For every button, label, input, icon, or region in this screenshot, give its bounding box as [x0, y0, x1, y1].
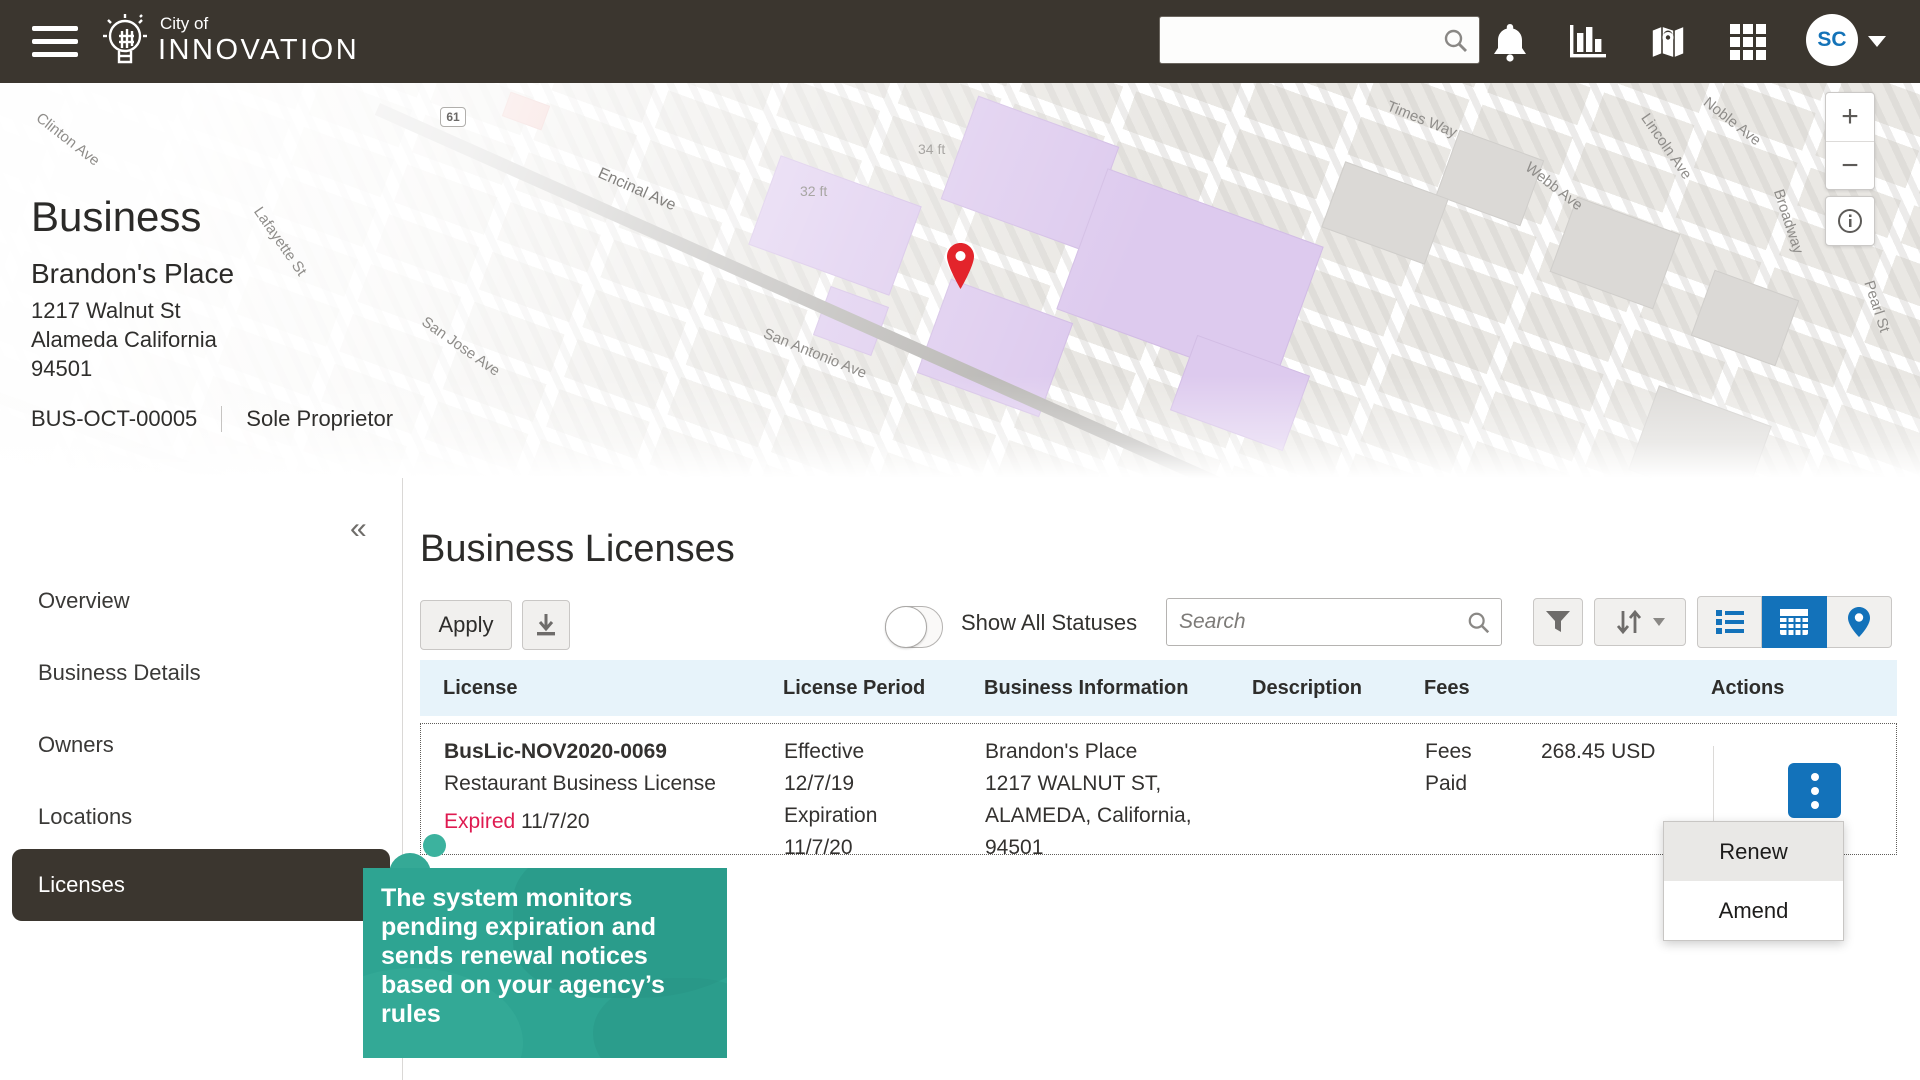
lightbulb-logo-icon: [98, 10, 156, 72]
search-icon: [1467, 611, 1491, 635]
business-record-id: BUS-OCT-00005: [31, 406, 197, 432]
license-number: BusLic-NOV2020-0069: [444, 736, 784, 768]
scale-label: 32 ft: [800, 183, 827, 199]
period-expiration-date: 11/7/20: [784, 832, 985, 864]
sidebar-item-business-details[interactable]: Business Details: [38, 660, 368, 686]
license-cell: BusLic-NOV2020-0069 Restaurant Business …: [444, 736, 784, 854]
col-actions: Actions: [1711, 677, 1897, 700]
business-information-cell: Brandon's Place 1217 WALNUT ST, ALAMEDA,…: [985, 736, 1253, 854]
apply-button[interactable]: Apply: [420, 600, 512, 650]
notifications-bell-icon[interactable]: [1488, 20, 1532, 64]
highway-shield: 61: [440, 107, 466, 127]
licenses-search-input[interactable]: [1179, 604, 1459, 640]
business-entity-type: Sole Proprietor: [246, 406, 393, 432]
address-zip: 94501: [31, 354, 217, 383]
sidebar-item-licenses[interactable]: Licenses: [12, 849, 390, 921]
view-switcher: [1697, 596, 1892, 648]
sidebar-item-owners[interactable]: Owners: [38, 732, 368, 758]
period-expiration-label: Expiration: [784, 800, 985, 832]
hamburger-menu-icon[interactable]: [32, 26, 78, 58]
map-zoom-controls: + −: [1825, 92, 1875, 190]
renewal-tooltip: The system monitors pending expiration a…: [363, 868, 727, 1058]
brand-innovation: INNOVATION: [158, 34, 359, 67]
tooltip-text: The system monitors pending expiration a…: [363, 868, 727, 1045]
sidebar-item-locations[interactable]: Locations: [38, 804, 368, 830]
col-license-period: License Period: [783, 677, 984, 700]
filter-button[interactable]: [1533, 598, 1583, 646]
scale-label: 34 ft: [918, 141, 945, 157]
tooltip-connector-dot-small: [423, 834, 446, 857]
download-button[interactable]: [522, 600, 570, 650]
licenses-search-box: [1166, 598, 1502, 646]
license-period-cell: Effective 12/7/19 Expiration 11/7/20: [784, 736, 985, 854]
col-fees: Fees: [1424, 677, 1711, 700]
business-meta: BUS-OCT-00005 Sole Proprietor: [31, 406, 393, 432]
global-search-input[interactable]: [1170, 21, 1440, 59]
sidebar-item-overview[interactable]: Overview: [38, 588, 368, 614]
analytics-chart-icon[interactable]: [1566, 20, 1610, 64]
grid-view-button[interactable]: [1762, 596, 1827, 648]
page-title: Business: [31, 193, 201, 241]
address-line1: 1217 Walnut St: [31, 296, 217, 325]
fees-amount: 268.45 USD: [1541, 736, 1655, 854]
col-license: License: [443, 677, 783, 700]
user-menu-caret-icon[interactable]: [1868, 36, 1886, 47]
map-info-control: [1825, 196, 1875, 246]
license-name: Restaurant Business License: [444, 768, 784, 800]
col-description: Description: [1252, 677, 1424, 700]
zoom-in-button[interactable]: +: [1826, 93, 1874, 141]
sidebar-item-label: Licenses: [38, 872, 125, 898]
status-date: 11/7/20: [521, 810, 590, 833]
brand-city-of: City of: [160, 14, 208, 34]
sort-arrows-icon: [1614, 608, 1644, 636]
map-view-button[interactable]: [1827, 596, 1892, 648]
biz-info-zip: 94501: [985, 832, 1253, 864]
actions-dropdown-menu: Renew Amend: [1663, 821, 1844, 941]
period-effective-date: 12/7/19: [784, 768, 985, 800]
global-search-box: [1159, 16, 1480, 64]
menu-item-renew[interactable]: Renew: [1664, 822, 1843, 881]
caret-down-icon: [1652, 617, 1666, 627]
biz-info-name: Brandon's Place: [985, 736, 1253, 768]
section-title: Business Licenses: [420, 528, 735, 571]
sort-button[interactable]: [1594, 598, 1686, 646]
fees-status: Paid: [1425, 768, 1541, 800]
licenses-table-header: License License Period Business Informat…: [420, 660, 1897, 716]
business-name: Brandon's Place: [31, 258, 234, 290]
row-actions-kebab-button[interactable]: [1788, 763, 1841, 818]
period-effective-label: Effective: [784, 736, 985, 768]
map-app-icon[interactable]: [1646, 20, 1690, 64]
menu-item-amend[interactable]: Amend: [1664, 881, 1843, 940]
biz-info-street: 1217 WALNUT ST,: [985, 768, 1253, 800]
funnel-icon: [1545, 610, 1571, 634]
status-badge: Expired: [444, 810, 515, 833]
app-grid-icon[interactable]: [1726, 20, 1770, 64]
col-business-information: Business Information: [984, 677, 1252, 700]
info-button[interactable]: [1826, 197, 1874, 245]
user-avatar[interactable]: SC: [1806, 14, 1858, 66]
business-address: 1217 Walnut St Alameda California 94501: [31, 296, 217, 383]
toggle-knob: [885, 606, 927, 648]
list-view-button[interactable]: [1697, 596, 1762, 648]
search-icon: [1443, 28, 1469, 54]
sidebar-collapse-button[interactable]: «: [350, 512, 367, 546]
biz-info-city: ALAMEDA, California,: [985, 800, 1253, 832]
address-line2: Alameda California: [31, 325, 217, 354]
app-header: City of INNOVATION SC: [0, 0, 1920, 83]
show-all-statuses-toggle[interactable]: [885, 606, 943, 648]
fees-label: Fees: [1425, 736, 1541, 768]
description-cell: [1253, 736, 1425, 854]
zoom-out-button[interactable]: −: [1826, 141, 1874, 189]
meta-divider: [221, 406, 222, 432]
map-pin-icon: [947, 243, 974, 289]
toggle-label: Show All Statuses: [961, 610, 1137, 636]
